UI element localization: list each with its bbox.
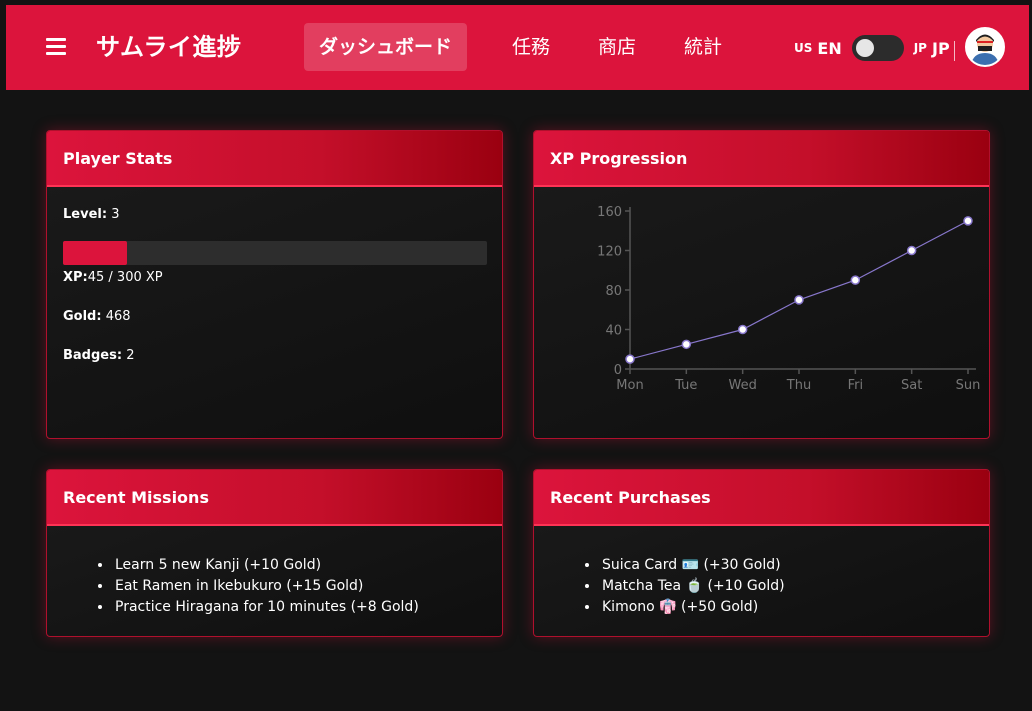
x-tick-label: Sat xyxy=(901,378,922,393)
recent-missions-card: Recent Missions Learn 5 new Kanji (+10 G… xyxy=(46,469,503,637)
x-tick-label: Wed xyxy=(728,378,756,393)
toggle-knob xyxy=(855,39,874,57)
nav-item-missions[interactable]: 任務 xyxy=(497,23,565,71)
level-stat: Level: 3 xyxy=(63,207,119,222)
player-stats-title: Player Stats xyxy=(47,131,502,187)
y-tick-label: 160 xyxy=(597,205,622,220)
xp-data-point xyxy=(963,216,973,226)
nav-item-shop[interactable]: 商店 xyxy=(583,23,651,71)
recent-purchases-title: Recent Purchases xyxy=(534,470,989,526)
xp-data-point xyxy=(906,245,917,256)
level-value: 3 xyxy=(111,207,120,222)
purchase-item: Kimono 👘 (+50 Gold) xyxy=(600,597,785,618)
gold-label: Gold: xyxy=(63,309,102,324)
top-navbar: サムライ進捗 ダッシュボード 任務 商店 統計 US EN JP JP xyxy=(6,5,1029,90)
xp-data-point xyxy=(850,275,861,285)
language-toggle[interactable] xyxy=(851,35,904,61)
xp-data-point xyxy=(794,295,804,305)
xp-data-point xyxy=(625,354,635,364)
lang-en-label: EN xyxy=(817,38,842,58)
xp-line-chart: 0 40 80 120 160 Mon Tue Wed Thu Fri Sat Sun xyxy=(597,205,981,393)
player-stats-card: Player Stats Level: 3 XP:45 / 300 XP Gol… xyxy=(46,130,503,439)
missions-list: Learn 5 new Kanji (+10 Gold) Eat Ramen i… xyxy=(113,555,419,618)
user-avatar[interactable] xyxy=(965,27,1005,67)
y-tick-label: 120 xyxy=(597,245,622,260)
xp-progress-fill xyxy=(63,241,127,265)
app-title[interactable]: サムライ進捗 xyxy=(96,27,241,62)
language-switcher: US EN JP JP xyxy=(794,35,960,61)
jp-flag-icon: JP xyxy=(913,41,927,55)
gold-stat: Gold: 468 xyxy=(63,309,131,324)
recent-purchases-card: Recent Purchases Suica Card 🪪 (+30 Gold)… xyxy=(533,469,990,637)
main-nav: ダッシュボード 任務 商店 統計 xyxy=(304,23,755,71)
xp-data-point xyxy=(737,324,748,335)
purchase-item: Matcha Tea 🍵 (+10 Gold) xyxy=(600,576,785,597)
y-tick-label: 40 xyxy=(605,324,622,339)
xp-series-line xyxy=(629,220,969,360)
y-tick-label: 80 xyxy=(605,284,622,299)
lang-jp-label: JP xyxy=(931,38,950,58)
xp-value: 45 / 300 XP xyxy=(87,270,163,285)
xp-label: XP: xyxy=(63,270,88,285)
xp-stat: XP:45 / 300 XP xyxy=(63,270,163,285)
badges-label: Badges: xyxy=(63,348,123,363)
mission-item: Learn 5 new Kanji (+10 Gold) xyxy=(113,555,419,576)
samurai-avatar-icon xyxy=(967,29,1003,65)
x-tick-label: Thu xyxy=(786,378,811,393)
badges-value: 2 xyxy=(126,348,135,363)
us-flag-icon: US xyxy=(794,41,813,55)
xp-progression-title: XP Progression xyxy=(534,131,989,187)
x-tick-label: Sun xyxy=(956,378,981,393)
hamburger-menu-icon[interactable] xyxy=(46,38,66,55)
x-tick-label: Fri xyxy=(848,378,864,393)
gold-value: 468 xyxy=(105,309,131,324)
purchases-list: Suica Card 🪪 (+30 Gold) Matcha Tea 🍵 (+1… xyxy=(600,555,785,618)
y-tick-label: 0 xyxy=(614,363,622,378)
x-tick-label: Mon xyxy=(616,378,643,393)
purchase-item: Suica Card 🪪 (+30 Gold) xyxy=(600,555,785,576)
mission-item: Eat Ramen in Ikebukuro (+15 Gold) xyxy=(113,576,419,597)
badges-stat: Badges: 2 xyxy=(63,348,134,363)
xp-progress-bar xyxy=(63,241,487,265)
nav-item-dashboard[interactable]: ダッシュボード xyxy=(304,23,468,71)
x-tick-label: Tue xyxy=(674,378,697,393)
level-label: Level: xyxy=(63,207,108,222)
mission-item: Practice Hiragana for 10 minutes (+8 Gol… xyxy=(113,597,419,618)
xp-progression-card: XP Progression 0 40 80 120 160 Mon Tue Wed Thu Fr… xyxy=(533,130,990,439)
nav-item-stats[interactable]: 統計 xyxy=(669,23,737,71)
recent-missions-title: Recent Missions xyxy=(47,470,502,526)
header-divider xyxy=(954,41,955,61)
xp-data-point xyxy=(681,339,692,350)
